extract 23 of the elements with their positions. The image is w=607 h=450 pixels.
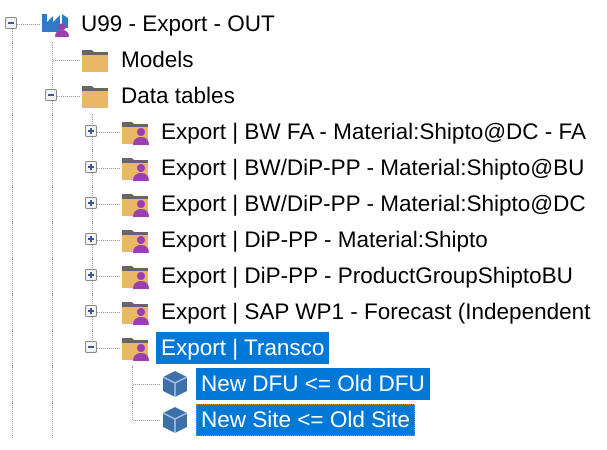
expand-button[interactable]: [85, 197, 97, 209]
tree-item-label[interactable]: New Site <= Old Site: [196, 404, 415, 436]
collapse-button[interactable]: [85, 341, 97, 353]
expand-button[interactable]: [85, 269, 97, 281]
expand-button[interactable]: [85, 305, 97, 317]
collapse-button[interactable]: [5, 17, 17, 29]
expand-button[interactable]: [85, 233, 97, 245]
tree-item-label[interactable]: Data tables: [116, 80, 240, 112]
tree-item-label[interactable]: U99 - Export - OUT: [76, 8, 280, 40]
cube-icon: [160, 370, 190, 398]
tree-item-label[interactable]: Export | SAP WP1 - Forecast (Independent: [156, 296, 596, 328]
tree-item-label[interactable]: Export | DiP-PP - Material:Shipto: [156, 224, 493, 256]
expand-button[interactable]: [85, 161, 97, 173]
tree-item-label[interactable]: Export | BW/DiP-PP - Material:Shipto@BU: [156, 152, 590, 184]
collapse-button[interactable]: [45, 89, 57, 101]
expand-button[interactable]: [85, 125, 97, 137]
tree-item-label[interactable]: Export | Transco: [156, 332, 330, 364]
tree-item-label[interactable]: Export | BW/DiP-PP - Material:Shipto@DC: [156, 188, 591, 220]
tree-item-label[interactable]: Export | DiP-PP - ProductGroupShiptoBU: [156, 260, 578, 292]
tree-item-label[interactable]: Models: [116, 44, 199, 76]
cube-icon: [160, 406, 190, 434]
tree-item-label[interactable]: Export | BW FA - Material:Shipto@DC - FA: [156, 116, 592, 148]
tree-item-label[interactable]: New DFU <= Old DFU: [196, 368, 430, 400]
